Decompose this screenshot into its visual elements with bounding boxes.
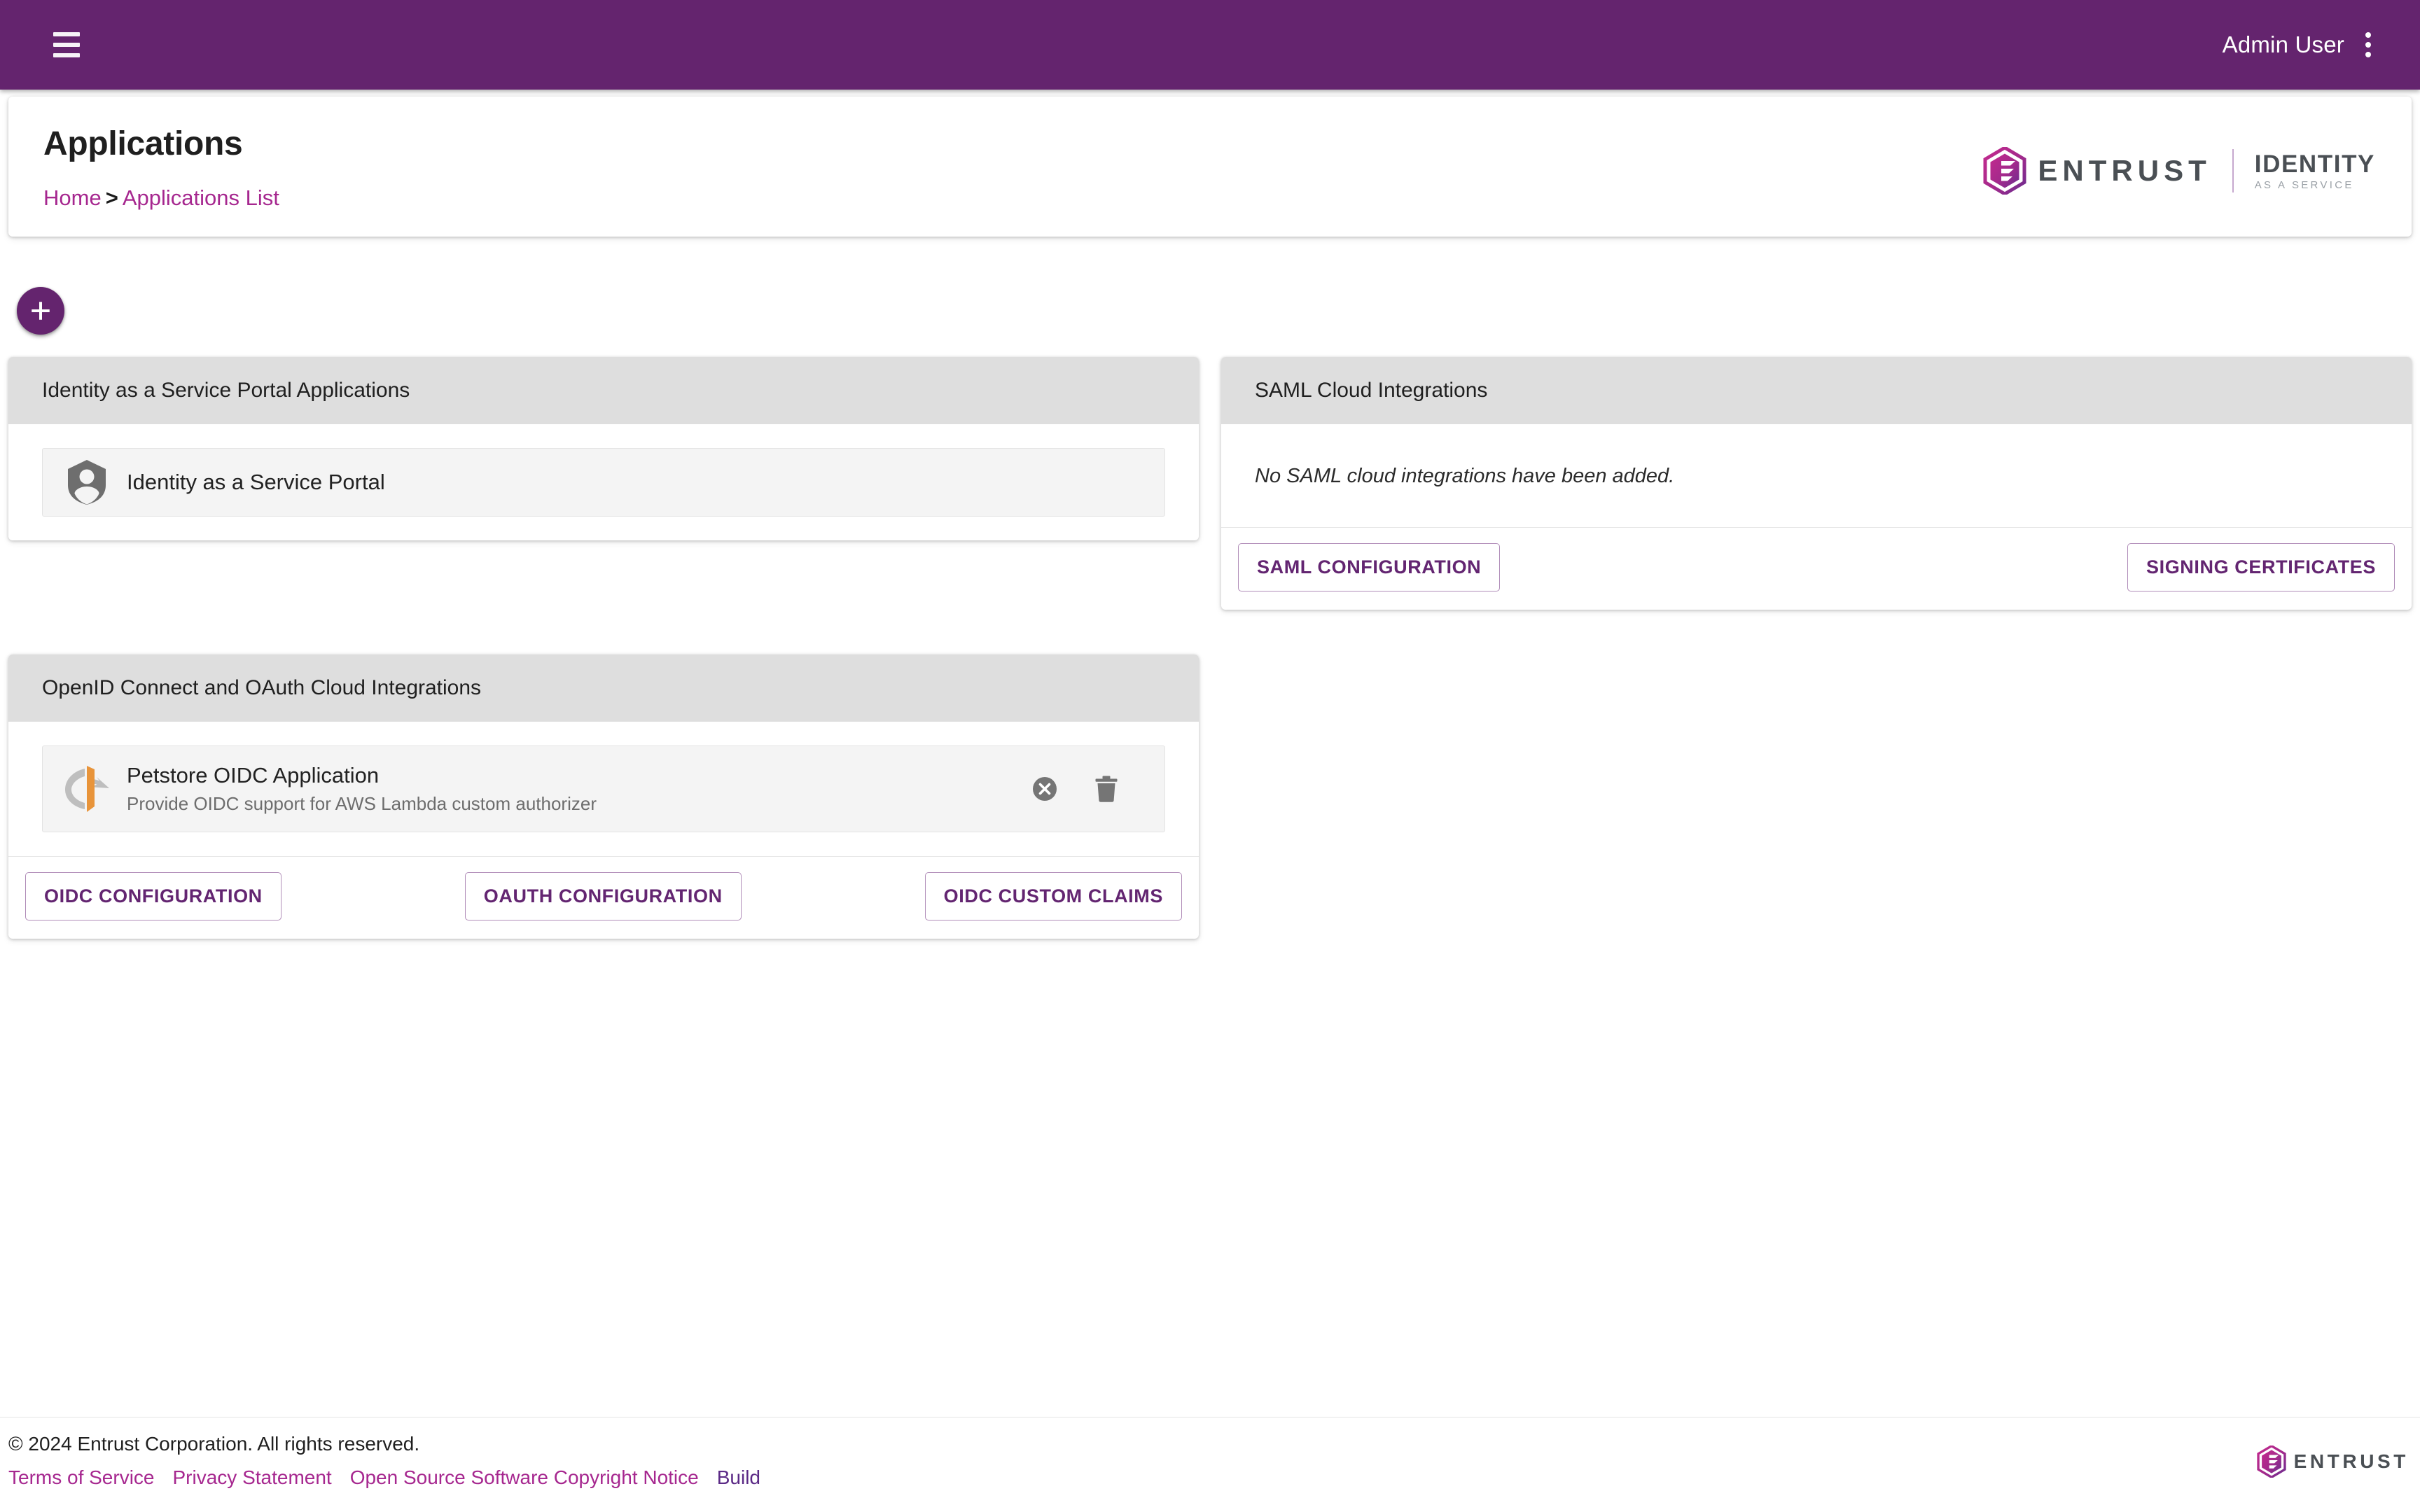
hamburger-bar: [53, 43, 80, 47]
entrust-hex-logo: [1983, 147, 2026, 195]
oauth-configuration-button[interactable]: OAUTH CONFIGURATION: [464, 872, 742, 920]
kebab-dot: [2365, 42, 2371, 48]
top-app-bar: Admin User: [0, 0, 2420, 90]
breadcrumb: Home > Applications List: [43, 186, 279, 211]
plus-icon: [32, 302, 50, 320]
user-menu[interactable]: Admin User: [2223, 28, 2377, 62]
product-name-line2: AS A SERVICE: [2254, 178, 2354, 191]
hamburger-bar: [53, 32, 80, 36]
card-body: Identity as a Service Portal: [8, 424, 1199, 540]
shield-user-icon-glyph: [68, 460, 106, 505]
kebab-dot: [2365, 52, 2371, 57]
footer-link-build[interactable]: Build: [717, 1466, 760, 1488]
list-item-text: Petstore OIDC Application Provide OIDC s…: [127, 763, 1031, 815]
card-body: No SAML cloud integrations have been add…: [1221, 424, 2412, 527]
card-title: SAML Cloud Integrations: [1255, 379, 1488, 402]
application-description: Provide OIDC support for AWS Lambda cust…: [127, 792, 597, 814]
entrust-wordmark: ENTRUST: [2293, 1450, 2409, 1472]
list-item[interactable]: Petstore OIDC Application Provide OIDC s…: [42, 746, 1165, 832]
openid-connect-icon-glyph: [65, 766, 109, 812]
entrust-identity-lockup: ENTRUST IDENTITY AS A SERVICE: [1983, 147, 2375, 195]
page-title: Applications: [43, 125, 243, 162]
trash-icon[interactable]: [1094, 775, 1118, 803]
footer-entrust-logo: ENTRUST: [2256, 1446, 2409, 1478]
oidc-configuration-button[interactable]: OIDC CONFIGURATION: [25, 872, 281, 920]
hamburger-bar: [53, 53, 80, 57]
entrust-wordmark: ENTRUST: [2038, 154, 2211, 187]
application-name: Petstore OIDC Application: [127, 763, 380, 788]
kebab-dot: [2365, 32, 2371, 38]
applications-page: Admin User Applications Home > Application…: [0, 0, 2420, 1512]
footer-link-terms-of-service[interactable]: Terms of Service: [8, 1466, 155, 1488]
card-title: OpenID Connect and OAuth Cloud Integrati…: [42, 676, 482, 699]
footer-link-open-source-notice[interactable]: Open Source Software Copyright Notice: [350, 1466, 699, 1488]
shield-user-icon: [61, 458, 113, 506]
list-item-actions: [1031, 775, 1118, 803]
card-title: Identity as a Service Portal Application…: [42, 379, 410, 402]
disable-circle-x-icon[interactable]: [1031, 776, 1058, 802]
add-application-button[interactable]: [17, 287, 64, 335]
signing-certificates-button[interactable]: SIGNING CERTIFICATES: [2127, 543, 2395, 592]
breadcrumb-link-applications-list[interactable]: Applications List: [123, 186, 279, 210]
footer-links: Terms of Service Privacy Statement Open So…: [8, 1466, 760, 1489]
product-name: IDENTITY AS A SERVICE: [2255, 152, 2375, 190]
page-footer: © 2024 Entrust Corporation. All rights r…: [0, 1417, 2420, 1512]
trash-icon-glyph: [1095, 776, 1118, 802]
footer-link-privacy-statement[interactable]: Privacy Statement: [173, 1466, 332, 1488]
breadcrumb-link-home[interactable]: Home: [43, 186, 102, 210]
card-body: Petstore OIDC Application Provide OIDC s…: [8, 722, 1199, 856]
empty-state-message: No SAML cloud integrations have been add…: [1255, 465, 1675, 487]
card-footer: SAML CONFIGURATION SIGNING CERTIFICATES: [1221, 527, 2412, 610]
copyright-text: © 2024 Entrust Corporation. All rights r…: [8, 1433, 420, 1455]
lockup-divider: [2232, 149, 2234, 192]
card-saml-integrations: SAML Cloud Integrations No SAML cloud in…: [1221, 357, 2412, 610]
openid-connect-icon: [61, 763, 113, 815]
card-portal-applications: Identity as a Service Portal Application…: [8, 357, 1199, 540]
card-header: OpenID Connect and OAuth Cloud Integrati…: [8, 654, 1199, 722]
card-oidc-oauth-integrations: OpenID Connect and OAuth Cloud Integrati…: [8, 654, 1199, 939]
oidc-custom-claims-button[interactable]: OIDC CUSTOM CLAIMS: [924, 872, 1182, 920]
disable-circle-x-icon-glyph: [1033, 777, 1057, 801]
breadcrumb-separator: >: [105, 186, 118, 210]
page-header-card: Applications Home > Applications List EN…: [8, 97, 2412, 237]
list-item[interactable]: Identity as a Service Portal: [42, 448, 1165, 517]
list-item-text: Identity as a Service Portal: [127, 470, 1146, 495]
entrust-hex-logo: [2256, 1446, 2286, 1478]
user-name-label: Admin User: [2222, 31, 2344, 57]
card-footer: OIDC CONFIGURATION OAUTH CONFIGURATION O…: [8, 856, 1199, 939]
product-name-line1: IDENTITY: [2254, 150, 2375, 178]
saml-configuration-button[interactable]: SAML CONFIGURATION: [1238, 543, 1501, 592]
kebab-menu-icon[interactable]: [2360, 28, 2377, 62]
card-header: SAML Cloud Integrations: [1221, 357, 2412, 424]
application-name: Identity as a Service Portal: [127, 470, 385, 495]
card-header: Identity as a Service Portal Application…: [8, 357, 1199, 424]
hamburger-icon[interactable]: [41, 19, 92, 71]
